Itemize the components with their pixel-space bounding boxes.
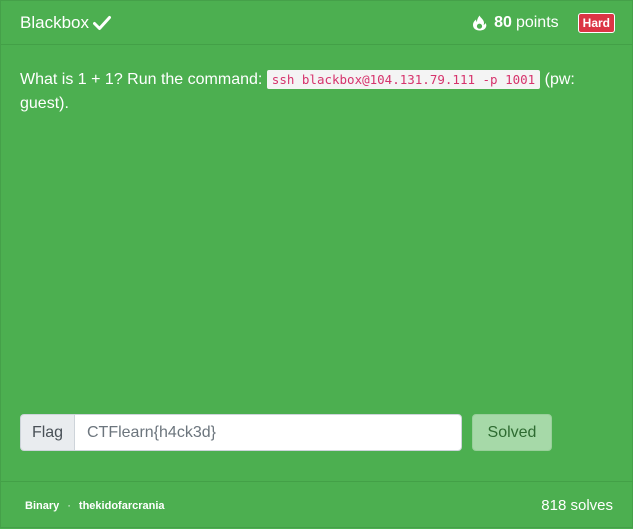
flag-input-group: Flag [20, 414, 462, 451]
flag-label: Flag [20, 414, 74, 451]
challenge-title-group: Blackbox [20, 13, 111, 33]
category-link[interactable]: Binary [25, 500, 59, 512]
ssh-command: ssh blackbox@104.131.79.111 -p 1001 [266, 70, 541, 89]
footer-meta: Binary · thekidofarcrania [25, 500, 165, 512]
points-value: 80 [494, 13, 512, 31]
points-label: points [515, 13, 559, 31]
points-group: 80 points Hard [472, 12, 615, 33]
footer-separator: · [67, 499, 71, 512]
check-icon [92, 15, 111, 31]
solved-button[interactable]: Solved [472, 414, 552, 451]
card-footer: Binary · thekidofarcrania 818 solves [1, 481, 633, 529]
difficulty-badge: Hard [577, 12, 615, 33]
fire-icon [472, 15, 487, 31]
author-link[interactable]: thekidofarcrania [79, 500, 165, 512]
description-text-before: What is 1 + 1? Run the command: [20, 71, 267, 88]
challenge-description: What is 1 + 1? Run the command: ssh blac… [20, 68, 615, 116]
card-header: Blackbox 80 points Hard [1, 1, 633, 45]
challenge-title: Blackbox [20, 12, 89, 32]
challenge-card: Blackbox 80 points Hard What is 1 + 1? R… [0, 0, 633, 528]
solves-count: 818 solves [541, 497, 613, 514]
flag-input[interactable] [74, 414, 462, 451]
